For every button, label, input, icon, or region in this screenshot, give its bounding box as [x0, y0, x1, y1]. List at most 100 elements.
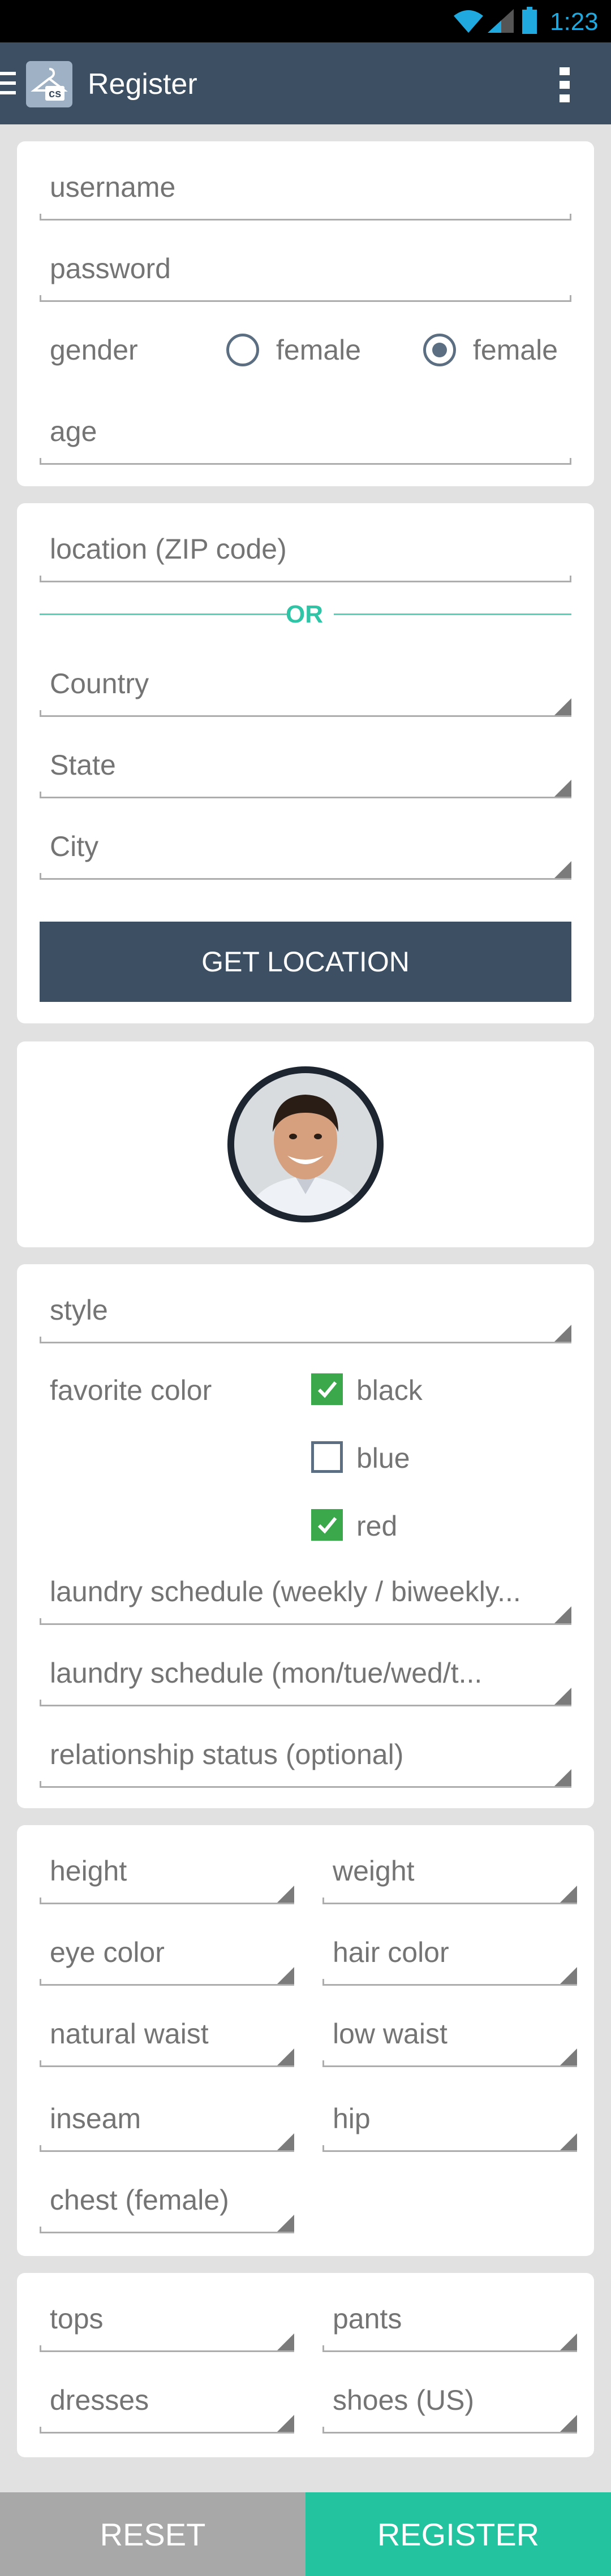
dropdown-arrow-icon	[560, 1886, 577, 1903]
dresses-underline	[40, 2427, 294, 2434]
chest-spinner[interactable]: chest (female)	[40, 2171, 294, 2233]
color-checkbox-blue[interactable]	[311, 1441, 343, 1473]
gender-radio-2[interactable]	[423, 334, 456, 366]
city-placeholder: City	[50, 831, 99, 862]
inseam-spinner[interactable]: inseam	[40, 2090, 294, 2152]
measurements-card: height weight eye color hair color natur…	[17, 1825, 594, 2256]
low-waist-placeholder: low waist	[333, 2018, 448, 2050]
status-time: 1:23	[550, 8, 599, 36]
action-bar: cs Register	[0, 42, 611, 124]
gender-option-2-label[interactable]: female	[473, 334, 558, 366]
dropdown-arrow-icon	[277, 2415, 294, 2432]
zip-field[interactable]: location (ZIP code)	[40, 520, 571, 582]
weight-underline	[322, 1898, 577, 1904]
password-underline	[40, 295, 571, 302]
relationship-placeholder: relationship status (optional)	[50, 1739, 404, 1770]
gender-radio-1[interactable]	[226, 334, 259, 366]
relationship-underline	[40, 1781, 571, 1788]
tops-placeholder: tops	[50, 2303, 104, 2335]
inseam-placeholder: inseam	[50, 2103, 141, 2134]
hip-spinner[interactable]: hip	[322, 2090, 577, 2152]
laundry-days-spinner[interactable]: laundry schedule (mon/tue/wed/t...	[40, 1644, 571, 1706]
register-button[interactable]: REGISTER	[306, 2492, 611, 2576]
avatar[interactable]	[227, 1066, 384, 1222]
dropdown-arrow-icon	[560, 2048, 577, 2065]
hair-color-spinner[interactable]: hair color	[322, 1924, 577, 1986]
eye-color-underline	[40, 1979, 294, 1986]
color-label-red[interactable]: red	[356, 1510, 397, 1542]
style-underline	[40, 1337, 571, 1343]
city-spinner[interactable]: City	[40, 818, 571, 880]
laundry-days-placeholder: laundry schedule (mon/tue/wed/t...	[50, 1657, 483, 1689]
wifi-icon	[454, 10, 483, 33]
dropdown-arrow-icon	[277, 1967, 294, 1984]
shoes-underline	[322, 2427, 577, 2434]
username-placeholder: username	[50, 171, 176, 203]
preferences-card: style favorite color black blue red laun…	[17, 1264, 594, 1808]
relationship-spinner[interactable]: relationship status (optional)	[40, 1726, 571, 1788]
natural-waist-placeholder: natural waist	[50, 2018, 209, 2050]
dropdown-arrow-icon	[560, 2333, 577, 2350]
country-spinner[interactable]: Country	[40, 655, 571, 717]
username-field[interactable]: username	[40, 158, 571, 221]
country-underline	[40, 710, 571, 717]
shoes-spinner[interactable]: shoes (US)	[322, 2371, 577, 2434]
dropdown-arrow-icon	[277, 2048, 294, 2065]
or-divider-right	[334, 613, 571, 615]
eye-color-spinner[interactable]: eye color	[40, 1924, 294, 1986]
get-location-button[interactable]: GET LOCATION	[40, 922, 571, 1002]
pants-spinner[interactable]: pants	[322, 2290, 577, 2352]
color-checkbox-red[interactable]	[311, 1509, 343, 1541]
favorite-color-label: favorite color	[50, 1375, 212, 1406]
zip-underline	[40, 576, 571, 582]
dropdown-arrow-icon	[554, 780, 571, 797]
page-title: Register	[88, 68, 197, 101]
app-logo-text: cs	[49, 88, 62, 100]
color-label-black[interactable]: black	[356, 1374, 423, 1407]
app-logo-icon[interactable]: cs	[26, 61, 72, 107]
dresses-spinner[interactable]: dresses	[40, 2371, 294, 2434]
color-label-blue[interactable]: blue	[356, 1442, 410, 1475]
style-placeholder: style	[50, 1294, 108, 1326]
battery-icon	[522, 7, 537, 34]
dropdown-arrow-icon	[554, 1325, 571, 1342]
gender-option-1-label[interactable]: female	[276, 334, 361, 366]
country-placeholder: Country	[50, 668, 149, 699]
chest-placeholder: chest (female)	[50, 2184, 229, 2216]
dropdown-arrow-icon	[554, 1769, 571, 1786]
state-spinner[interactable]: State	[40, 736, 571, 798]
or-divider-left	[40, 613, 289, 615]
city-underline	[40, 873, 571, 880]
natural-waist-underline	[40, 2060, 294, 2067]
color-checkbox-black[interactable]	[311, 1373, 343, 1405]
tops-spinner[interactable]: tops	[40, 2290, 294, 2352]
height-underline	[40, 1898, 294, 1904]
dropdown-arrow-icon	[277, 2333, 294, 2350]
height-spinner[interactable]: height	[40, 1842, 294, 1904]
avatar-card	[17, 1041, 594, 1247]
username-underline	[40, 214, 571, 221]
eye-color-placeholder: eye color	[50, 1937, 165, 1968]
style-spinner[interactable]: style	[40, 1281, 571, 1343]
tops-underline	[40, 2345, 294, 2352]
avatar-photo	[234, 1073, 377, 1216]
laundry-frequency-spinner[interactable]: laundry schedule (weekly / biweekly...	[40, 1563, 571, 1625]
low-waist-spinner[interactable]: low waist	[322, 2005, 577, 2067]
hair-color-placeholder: hair color	[333, 1937, 449, 1968]
hip-underline	[322, 2145, 577, 2152]
dropdown-arrow-icon	[554, 698, 571, 715]
reset-button[interactable]: RESET	[0, 2492, 306, 2576]
dropdown-arrow-icon	[560, 1967, 577, 1984]
menu-icon[interactable]	[0, 70, 18, 97]
dropdown-arrow-icon	[560, 2415, 577, 2432]
weight-spinner[interactable]: weight	[322, 1842, 577, 1904]
overflow-menu-icon[interactable]	[558, 65, 571, 105]
dropdown-arrow-icon	[554, 861, 571, 878]
password-field[interactable]: password	[40, 240, 571, 302]
dropdown-arrow-icon	[554, 1606, 571, 1623]
laundry-days-underline	[40, 1700, 571, 1706]
account-card: username password gender female female a…	[17, 141, 594, 486]
age-field[interactable]: age	[40, 403, 571, 465]
pants-placeholder: pants	[333, 2303, 402, 2335]
natural-waist-spinner[interactable]: natural waist	[40, 2005, 294, 2067]
